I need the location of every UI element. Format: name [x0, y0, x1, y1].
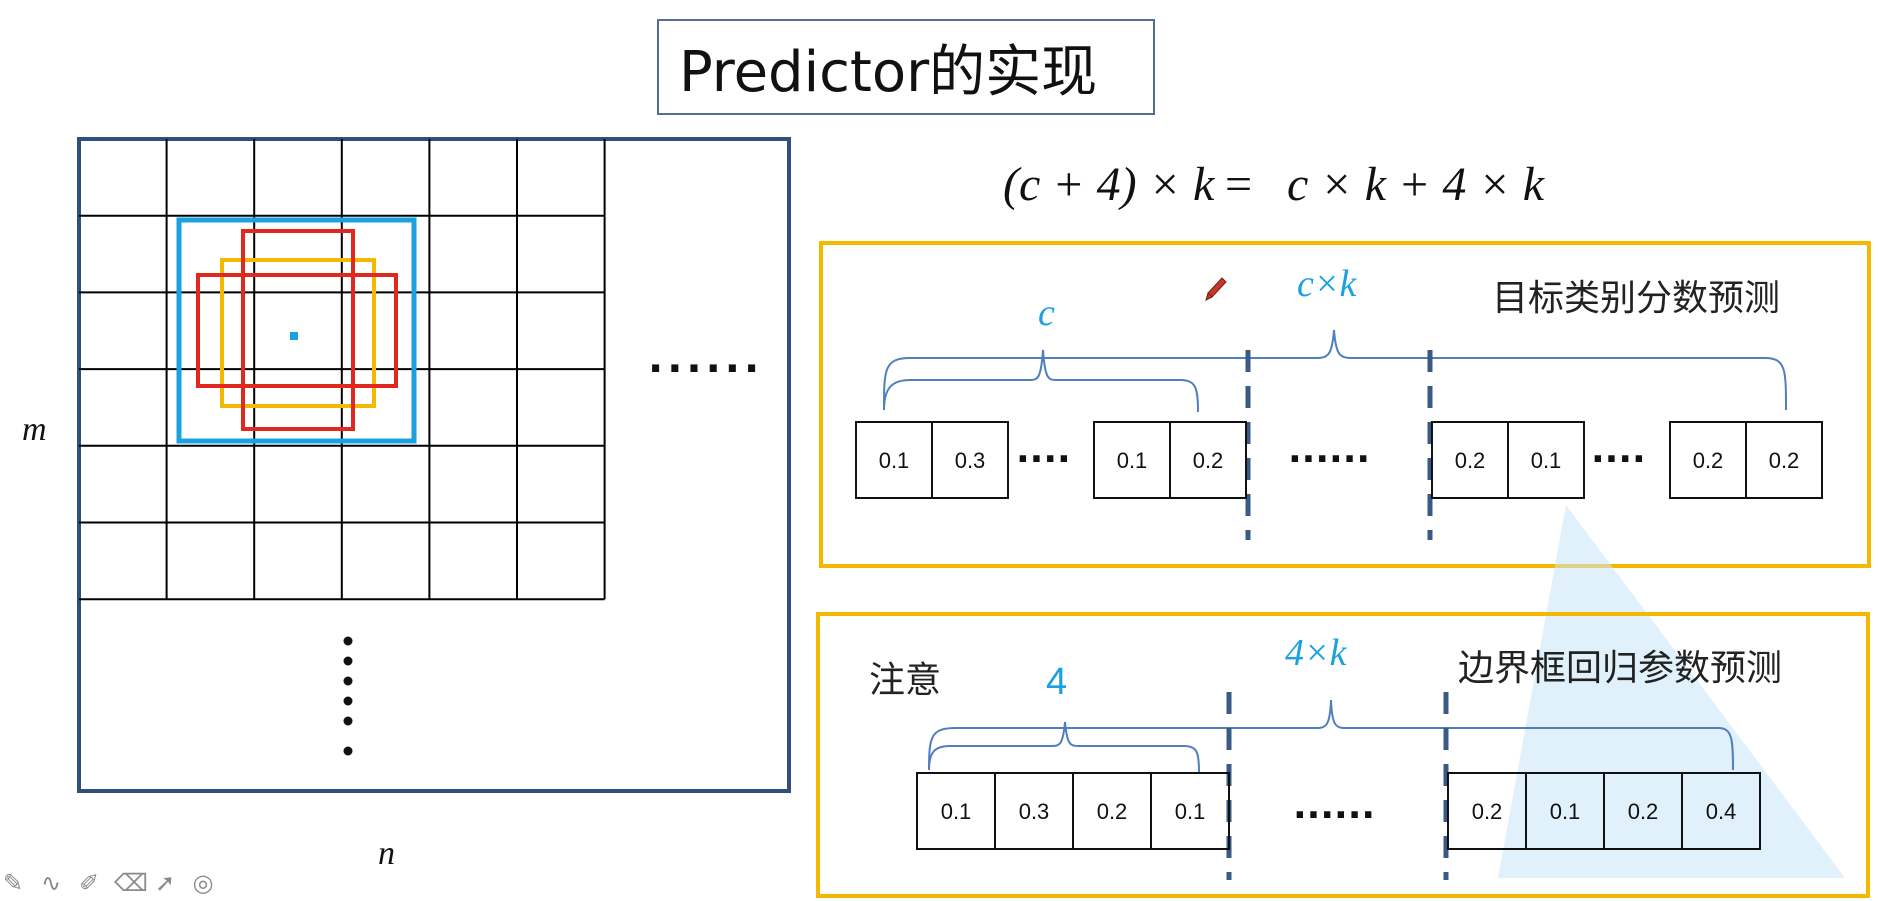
box-cell-value: 0.4	[1706, 799, 1737, 824]
class-score-panel: 目标类别分数预测 c×k c 0.1 0.3 0.1 0.2 0.2 0.1 0.2 0.2 …	[819, 241, 1871, 568]
box-cell-value: 0.1	[941, 799, 972, 824]
brush-icon[interactable]: ✎	[0, 869, 26, 897]
class-cell-value: 0.2	[1769, 448, 1800, 473]
box-cell-value: 0.2	[1472, 799, 1503, 824]
box-cell-value: 0.3	[1019, 799, 1050, 824]
row-count-label: m	[22, 411, 47, 448]
pointer-icon[interactable]: ➚	[152, 869, 178, 897]
box-cell-value: 0.2	[1628, 799, 1659, 824]
class-brace-outer-label: c×k	[1297, 263, 1358, 305]
formula: (c + 4) × k = c × k + 4 × k	[1003, 158, 1546, 211]
class-panel-heading: 目标类别分数预测	[1492, 278, 1780, 319]
class-outer-brace	[883, 329, 1787, 411]
class-cell-value: 0.1	[879, 448, 910, 473]
class-dots-c: ....	[1591, 430, 1646, 471]
annotation-toolbar: ✎ ∿ ✐ ⌫ ➚ ◎	[0, 868, 216, 898]
class-brace-inner-label: c	[1038, 292, 1055, 334]
slide-title-text: Predictor的实现	[679, 39, 1098, 105]
feature-map-frame	[77, 137, 791, 793]
box-panel-note: 注意	[869, 660, 941, 701]
vertical-ellipsis	[343, 636, 353, 756]
box-cell-value: 0.1	[1175, 799, 1206, 824]
highlighter-icon[interactable]: ✐	[76, 869, 102, 897]
class-cell-value: 0.1	[1531, 448, 1562, 473]
target-icon[interactable]: ◎	[190, 869, 216, 897]
box-panel-heading: 边界框回归参数预测	[1458, 648, 1782, 689]
class-cell-value: 0.2	[1455, 448, 1486, 473]
col-count-label: n	[378, 835, 395, 872]
curve-icon[interactable]: ∿	[38, 869, 64, 897]
anchor-center-point	[290, 332, 298, 340]
box-inner-brace	[928, 721, 1200, 773]
feature-map: ...... m n	[22, 137, 791, 872]
class-cell-value: 0.1	[1117, 448, 1148, 473]
grid-lines	[79, 139, 606, 601]
class-cell-value: 0.2	[1193, 448, 1224, 473]
box-cell-value: 0.2	[1097, 799, 1128, 824]
class-dots-b: ......	[1288, 430, 1370, 471]
class-dots-a: ....	[1016, 430, 1071, 471]
slide-title: Predictor的实现	[657, 19, 1155, 115]
formula-rhs: c × k + 4 × k	[1287, 158, 1546, 211]
pen-cursor-icon	[1205, 277, 1227, 301]
class-cell-value: 0.3	[955, 448, 986, 473]
box-brace-inner-label: 4	[1046, 661, 1067, 703]
box-cell-value: 0.1	[1550, 799, 1581, 824]
class-cell-value: 0.2	[1693, 448, 1724, 473]
class-inner-brace	[883, 349, 1199, 413]
formula-eq: =	[1225, 158, 1252, 211]
formula-lhs: (c + 4) × k	[1003, 158, 1216, 211]
eraser-icon[interactable]: ⌫	[114, 869, 148, 897]
box-dots: ......	[1293, 786, 1375, 827]
horizontal-ellipsis: ......	[648, 336, 763, 382]
box-brace-outer-label: 4×k	[1285, 632, 1348, 674]
